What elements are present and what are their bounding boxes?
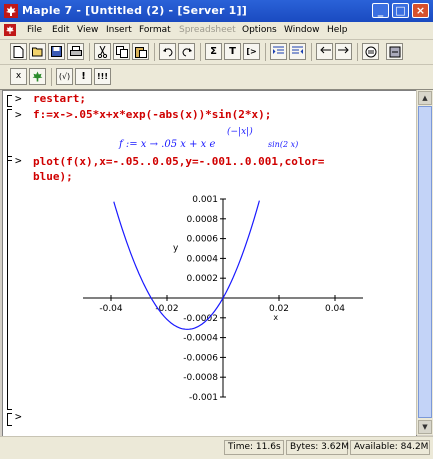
print-icon[interactable]	[67, 43, 84, 60]
execute-icon[interactable]: !	[75, 68, 92, 85]
worksheet[interactable]: > restart; > f:=x->.05*x+x*exp(-abs(x))*…	[2, 90, 417, 437]
separator	[51, 68, 52, 86]
separator	[357, 43, 358, 61]
status-bytes: Bytes: 3.62M	[286, 440, 349, 455]
output-function-def: f := x → .05 x + x e	[119, 139, 216, 150]
title-bar: Maple 7 - [Untitled (2) - [Server 1]] _ …	[0, 0, 433, 22]
y-tick-label: 0.0008	[187, 215, 219, 225]
close-worksheet-icon[interactable]: x	[10, 68, 27, 85]
open-icon[interactable]	[29, 43, 46, 60]
command-input-2[interactable]: f:=x->.05*x+x*exp(-abs(x))*sin(2*x);	[33, 108, 271, 121]
maximize-button[interactable]: □	[392, 3, 409, 18]
command-prompt: >	[15, 108, 22, 121]
back-arrow-icon[interactable]	[316, 43, 333, 60]
forward-arrow-icon[interactable]	[335, 43, 352, 60]
separator	[154, 43, 155, 61]
menu-format[interactable]: Format	[139, 25, 171, 35]
restart-icon[interactable]	[386, 43, 403, 60]
save-icon[interactable]	[48, 43, 65, 60]
menu-spreadsheet[interactable]: Spreadsheet	[179, 25, 236, 35]
vertical-scrollbar[interactable]: ▲ ▼	[416, 90, 433, 435]
menu-window[interactable]: Window	[284, 25, 320, 35]
menu-view[interactable]: View	[77, 25, 98, 35]
execution-group-bracket[interactable]	[7, 156, 12, 410]
scroll-up-icon[interactable]: ▲	[418, 91, 432, 105]
y-tick-label: -0.0008	[183, 373, 218, 383]
copy-icon[interactable]	[113, 43, 130, 60]
menu-insert[interactable]: Insert	[106, 25, 132, 35]
undo-icon[interactable]	[159, 43, 176, 60]
y-tick-label: -0.0002	[183, 314, 218, 324]
output-sin: sin(2 x)	[268, 140, 299, 149]
menu-help[interactable]: Help	[327, 25, 348, 35]
x-axis-label: x	[273, 313, 278, 322]
menu-options[interactable]: Options	[242, 25, 277, 35]
y-tick-label: 0.001	[192, 195, 218, 205]
y-tick-label: -0.001	[189, 393, 218, 403]
empty-prompt[interactable]: >	[15, 410, 22, 423]
document-icon[interactable]	[4, 24, 16, 36]
paste-icon[interactable]	[132, 43, 149, 60]
status-available: Available: 84.2M	[350, 440, 430, 455]
execute-all-icon[interactable]: !!!	[94, 68, 111, 85]
sum-icon[interactable]: Σ	[205, 43, 222, 60]
y-tick-label: -0.0006	[183, 353, 218, 363]
plot-area[interactable]: -0.04 -0.02 0.02 0.040.0010.00080.00060.000…	[73, 193, 373, 403]
command-prompt: >	[15, 154, 22, 167]
y-tick-label: 0.0006	[187, 235, 219, 245]
y-axis-label: y	[173, 243, 179, 253]
command-prompt: >	[15, 92, 22, 105]
maple-leaf-button-icon[interactable]	[29, 68, 46, 85]
execution-group-bracket[interactable]	[7, 95, 12, 107]
scroll-thumb[interactable]	[418, 106, 432, 418]
execution-group-bracket[interactable]	[7, 413, 12, 426]
x-tick-label: 0.02	[269, 304, 289, 314]
stop-icon[interactable]	[362, 43, 379, 60]
context-toolbar: x (√) ! !!!	[0, 65, 433, 90]
command-input-1[interactable]: restart;	[33, 92, 86, 105]
execution-group-bracket[interactable]	[7, 109, 12, 161]
insert-prompt-icon[interactable]: [>	[243, 43, 260, 60]
output-exponent: (−|x|)	[227, 127, 253, 137]
main-toolbar: Σ T [>	[0, 40, 433, 65]
menu-file[interactable]: File	[27, 25, 42, 35]
y-tick-label: 0.0004	[187, 254, 219, 264]
separator	[89, 43, 90, 61]
scroll-down-icon[interactable]: ▼	[418, 420, 432, 434]
maple-leaf-icon	[4, 4, 18, 18]
status-time: Time: 11.6s	[224, 440, 284, 455]
window-title: Maple 7 - [Untitled (2) - [Server 1]]	[22, 4, 247, 17]
menu-edit[interactable]: Edit	[52, 25, 69, 35]
new-icon[interactable]	[10, 43, 27, 60]
menu-bar: File Edit View Insert Format Spreadsheet…	[0, 22, 433, 40]
minimize-button[interactable]: _	[372, 3, 389, 18]
evaluate-function-icon[interactable]: (√)	[56, 68, 73, 85]
separator	[200, 43, 201, 61]
status-bar: Time: 11.6s Bytes: 3.62M Available: 84.2…	[0, 436, 433, 459]
outdent-icon[interactable]	[289, 43, 306, 60]
x-tick-label: 0.04	[325, 304, 345, 314]
text-mode-icon[interactable]: T	[224, 43, 241, 60]
redo-icon[interactable]	[178, 43, 195, 60]
indent-icon[interactable]	[270, 43, 287, 60]
y-tick-label: 0.0002	[187, 274, 219, 284]
close-button[interactable]: ×	[412, 3, 429, 18]
cut-icon[interactable]	[94, 43, 111, 60]
y-tick-label: -0.0004	[183, 334, 218, 344]
separator	[311, 43, 312, 61]
x-tick-label: -0.04	[99, 304, 123, 314]
command-input-3[interactable]: plot(f(x),x=-.05..0.05,y=-.001..0.001,co…	[33, 154, 324, 184]
separator	[265, 43, 266, 61]
